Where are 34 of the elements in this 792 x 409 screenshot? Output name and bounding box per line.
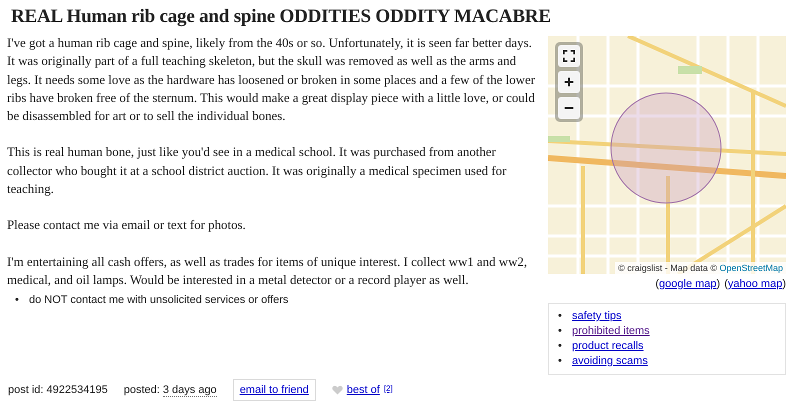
zoom-in-button[interactable] [558, 71, 580, 93]
posted-label: posted: [124, 384, 160, 396]
posting-title: REAL Human rib cage and spine ODDITIES ODDITY MACABRE [11, 6, 551, 28]
email-to-friend-button[interactable]: email to friend [232, 379, 316, 401]
map-attribution: © craigslist - Map data © [618, 263, 718, 273]
parenthesis: ( [655, 278, 660, 290]
map-link[interactable]: google map [659, 278, 717, 290]
safety-link[interactable]: safety tips [572, 309, 622, 324]
posted-time: 3 days ago [162, 384, 217, 397]
safety-link[interactable]: prohibited items [572, 324, 650, 339]
openstreetmap-link[interactable]: OpenStreetMap [719, 263, 783, 273]
body-paragraph: I'm entertaining all cash offers, as well as trades for items of unique interest. I collect ww1 and ww2, medical, and oil lamps. Would be interested in a metal detector or a record player as well. [7, 254, 528, 289]
best-of-count-link[interactable]: [2] [384, 384, 393, 393]
fullscreen-icon [563, 50, 575, 62]
fullscreen-button[interactable] [558, 45, 580, 67]
bullet: • [558, 354, 563, 369]
map-link[interactable]: yahoo map [728, 278, 782, 290]
parenthesis: ) [716, 278, 720, 290]
bullet: • [558, 339, 563, 354]
parenthesis: ) [782, 278, 786, 290]
safety-link[interactable]: product recalls [572, 339, 644, 354]
body-paragraph: Please contact me via email or text for photos. [7, 217, 247, 234]
bullet: • [15, 293, 20, 308]
zoom-in-icon [563, 76, 575, 88]
zoom-out-button[interactable] [558, 97, 580, 119]
parenthesis: ( [724, 278, 728, 290]
post-id: post id: 4922534195 [8, 384, 108, 396]
bullet: • [558, 309, 563, 324]
body-paragraph: This is real human bone, just like you'd see in a medical school. It was purchased from another collector who bought it at a school district auction. It was originally a medical specimen used for teaching. [7, 144, 508, 198]
safety-link[interactable]: avoiding scams [572, 354, 648, 369]
bullet: • [558, 324, 563, 339]
notice-item: do NOT contact me with unsolicited services or offers [29, 293, 288, 308]
best-of-link[interactable]: best of [346, 384, 380, 396]
body-paragraph: I've got a human rib cage and spine, likely from the 40s or so. Unfortunately, it is seen far better days. It was originally part of a full teaching skeleton, but the skull was removed as well as the arms and legs. It needs some love as the hardware has loosened or broken in some places and a few of the lower ribs have broken free of the sternum. This would make a great display piece with a little love, or could be disassembled for art or to sell the individual bones. [7, 35, 536, 126]
